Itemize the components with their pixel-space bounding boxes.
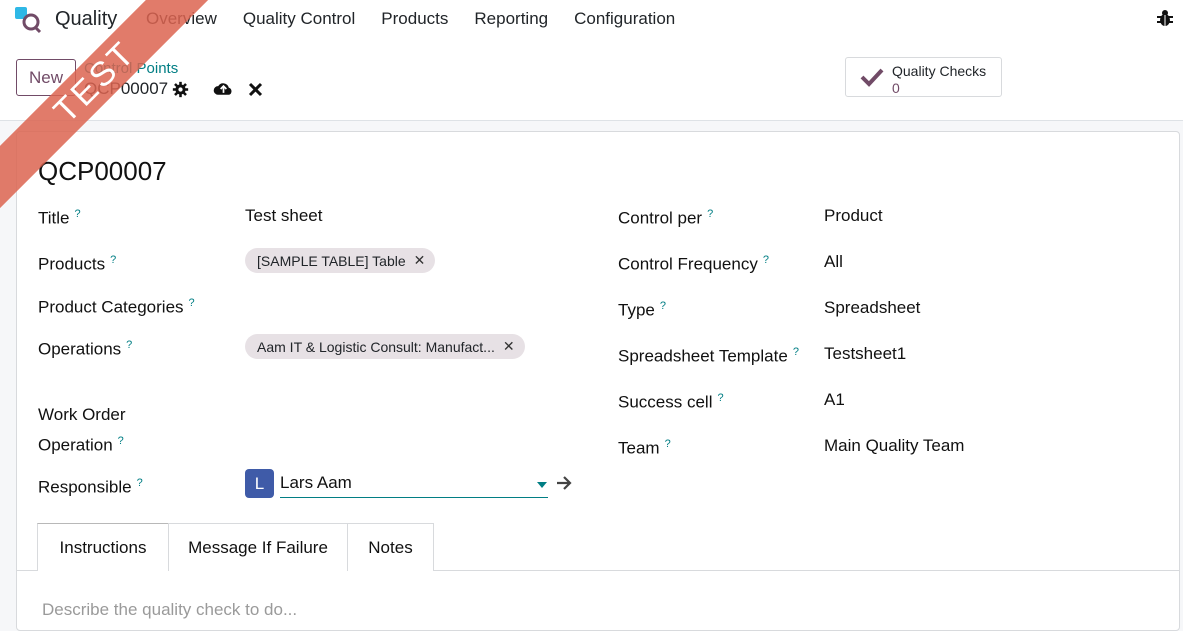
success-cell-field[interactable]: A1: [824, 386, 845, 413]
help-icon[interactable]: ?: [763, 254, 769, 266]
help-icon[interactable]: ?: [189, 297, 195, 309]
gear-icon[interactable]: [172, 81, 189, 98]
instructions-editor[interactable]: Describe the quality check to do...: [42, 600, 297, 620]
check-icon: [860, 68, 884, 87]
product-categories-label: Product Categories?: [38, 297, 195, 317]
smart-button-label: Quality Checks: [892, 63, 987, 79]
operations-label: Operations?: [38, 339, 133, 359]
caret-down-icon[interactable]: [537, 482, 547, 488]
operation-tag: Aam IT & Logistic Consult: Manufact... ✕: [245, 334, 525, 359]
top-navbar: Quality Overview Quality Control Product…: [0, 0, 1183, 40]
record-title: QCP00007: [38, 156, 167, 186]
success-cell-label: Success cell?: [618, 392, 724, 412]
avatar: L: [245, 469, 274, 498]
arrow-right-icon[interactable]: [556, 476, 572, 490]
work-order-operation-label: Work Order Operation?: [38, 405, 126, 455]
bug-icon[interactable]: [1155, 8, 1175, 28]
smart-button-count: 0: [892, 80, 900, 96]
help-icon[interactable]: ?: [793, 346, 799, 358]
breadcrumb-current-record: QCP00007: [84, 79, 169, 98]
control-per-field[interactable]: Product: [824, 202, 883, 229]
tab-message-if-failure[interactable]: Message If Failure: [168, 523, 348, 571]
team-field[interactable]: Main Quality Team: [824, 432, 964, 459]
control-per-label: Control per?: [618, 208, 714, 228]
menu-overview[interactable]: Overview: [146, 9, 217, 29]
help-icon[interactable]: ?: [660, 300, 666, 312]
menu-configuration[interactable]: Configuration: [574, 9, 675, 29]
control-frequency-label: Control Frequency?: [618, 254, 769, 274]
control-panel: New Control Points QCP00007 Quality Chec…: [0, 40, 1183, 121]
help-icon[interactable]: ?: [110, 254, 116, 266]
tab-notes[interactable]: Notes: [347, 523, 434, 571]
responsible-input[interactable]: [280, 469, 548, 498]
notebook-tabs: Instructions Message If Failure Notes: [37, 523, 434, 571]
help-icon[interactable]: ?: [137, 477, 143, 489]
app-logo-icon[interactable]: [14, 6, 42, 34]
title-field[interactable]: Test sheet: [245, 202, 323, 229]
remove-tag-icon[interactable]: ✕: [503, 338, 515, 355]
tab-instructions[interactable]: Instructions: [37, 523, 169, 571]
help-icon[interactable]: ?: [707, 208, 713, 220]
products-label: Products?: [38, 254, 117, 274]
help-icon[interactable]: ?: [665, 438, 671, 450]
help-icon[interactable]: ?: [118, 435, 124, 447]
menu-quality-control[interactable]: Quality Control: [243, 9, 355, 29]
team-label: Team?: [618, 438, 671, 458]
title-label: Title?: [38, 208, 81, 228]
app-name[interactable]: Quality: [55, 8, 117, 31]
main-menu: Overview Quality Control Products Report…: [146, 9, 701, 29]
cloud-save-icon[interactable]: [213, 80, 234, 98]
responsible-label: Responsible?: [38, 477, 143, 497]
spreadsheet-template-label: Spreadsheet Template?: [618, 346, 799, 366]
form-sheet: QCP00007 Title? Test sheet Products? [SA…: [16, 131, 1180, 631]
type-label: Type?: [618, 300, 666, 320]
new-button[interactable]: New: [16, 59, 76, 96]
help-icon[interactable]: ?: [717, 392, 723, 404]
quality-checks-smart-button[interactable]: Quality Checks 0: [845, 57, 1002, 97]
breadcrumb-control-points[interactable]: Control Points: [84, 60, 178, 77]
help-icon[interactable]: ?: [75, 208, 81, 220]
remove-tag-icon[interactable]: ✕: [414, 252, 426, 269]
product-tag: [SAMPLE TABLE] Table ✕: [245, 248, 436, 273]
menu-reporting[interactable]: Reporting: [474, 9, 548, 29]
control-frequency-field[interactable]: All: [824, 248, 843, 275]
spreadsheet-template-field[interactable]: Testsheet1: [824, 340, 906, 367]
menu-products[interactable]: Products: [381, 9, 448, 29]
help-icon[interactable]: ?: [126, 339, 132, 351]
discard-icon[interactable]: [248, 82, 263, 97]
type-field[interactable]: Spreadsheet: [824, 294, 920, 321]
